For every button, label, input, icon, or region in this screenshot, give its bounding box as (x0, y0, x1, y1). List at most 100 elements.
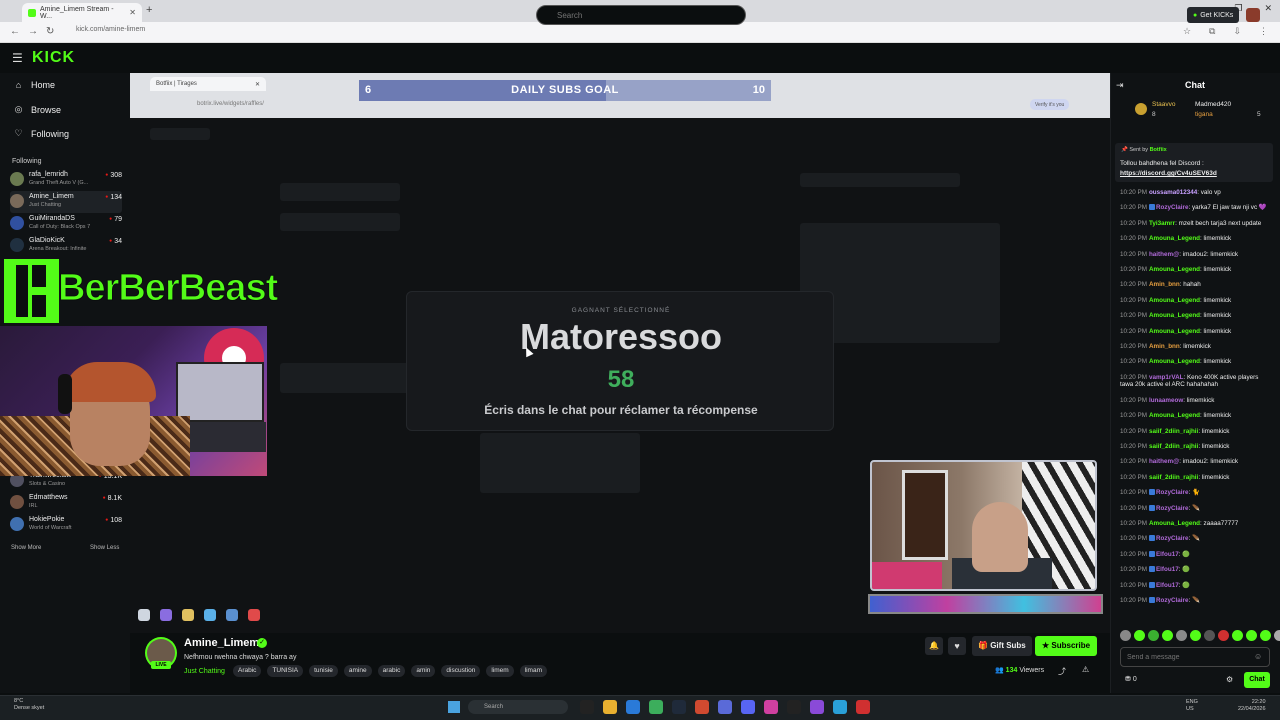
browser-tab[interactable]: Amine_Limem Stream - W... ✕ (22, 3, 142, 22)
chat-username[interactable]: saiif_2diin_rajhii (1149, 428, 1198, 435)
chat-username[interactable]: Amouna_Legend (1149, 266, 1200, 273)
user-avatar[interactable] (1246, 8, 1260, 22)
streamer-name[interactable]: Amine_Limem (184, 637, 259, 649)
folder-icon[interactable] (603, 700, 617, 714)
chat-username[interactable]: lunaameow (1149, 397, 1183, 404)
emote-icon[interactable] (1246, 630, 1257, 641)
app-icon[interactable] (580, 700, 594, 714)
close-tab-icon[interactable]: ✕ (129, 8, 136, 17)
chat-username[interactable]: haithem@ (1149, 458, 1179, 465)
stream-tag[interactable]: Arabic (233, 665, 262, 677)
show-more-link[interactable]: Show More (11, 545, 41, 551)
emote-icon[interactable] (1274, 630, 1280, 641)
new-tab-button[interactable]: + (146, 4, 152, 16)
stream-tag[interactable]: amin (411, 665, 436, 677)
channel-points[interactable]: ⛃ 0 (1125, 675, 1137, 683)
nav-following[interactable]: ♡ Following (14, 128, 69, 139)
taskbar-search[interactable]: Search (468, 700, 568, 714)
subscribe-button[interactable]: ★ Subscribe (1035, 636, 1098, 656)
following-channel[interactable]: Edmatthews IRL 8.1K (10, 492, 122, 514)
chat-username[interactable]: oussama012344 (1149, 189, 1197, 196)
back-icon[interactable]: ← (10, 26, 20, 37)
nav-browse[interactable]: ◎ Browse (14, 104, 61, 115)
stream-tag[interactable]: discustion (441, 665, 481, 677)
chat-username[interactable]: RozyClaire (1156, 204, 1189, 211)
chat-username[interactable]: Elfou17 (1156, 566, 1179, 573)
forward-icon[interactable]: → (28, 26, 38, 37)
discord-icon[interactable] (741, 700, 755, 714)
emoji-picker-icon[interactable]: ☺ (1254, 652, 1262, 661)
chat-input[interactable] (1120, 647, 1270, 667)
chat-username[interactable]: Elfou17 (1156, 582, 1179, 589)
following-channel[interactable]: rafa_lemridh Grand Theft Auto V (G... 308 (10, 169, 122, 191)
app-icon[interactable] (695, 700, 709, 714)
gift-subs-button[interactable]: 🎁 Gift Subs (972, 636, 1032, 656)
stream-tag[interactable]: TUNISIA (267, 665, 304, 677)
emote-icon[interactable] (1134, 630, 1145, 641)
chat-username[interactable]: Amouna_Legend (1149, 358, 1200, 365)
chat-username[interactable]: Amouna_Legend (1149, 328, 1200, 335)
reload-icon[interactable]: ↻ (46, 26, 54, 37)
app-icon[interactable] (810, 700, 824, 714)
chat-username[interactable]: RozyClaire (1156, 597, 1189, 604)
chat-username[interactable]: haithem@ (1149, 251, 1179, 258)
stream-tag[interactable]: tunisie (309, 665, 338, 677)
emote-icon[interactable] (1204, 630, 1215, 641)
following-channel[interactable]: GuiMirandaDS Call of Duty: Black Ops 7 79 (10, 213, 122, 235)
weather-widget[interactable]: 8°C Dense skyet (14, 698, 44, 712)
send-chat-button[interactable]: Chat (1244, 672, 1270, 688)
stream-tag[interactable]: limam (519, 665, 548, 677)
chat-username[interactable]: saiif_2diin_rajhii (1149, 474, 1198, 481)
app-icon[interactable] (856, 700, 870, 714)
chat-username[interactable]: Amouna_Legend (1149, 235, 1200, 242)
stream-tag[interactable]: arabic (377, 665, 406, 677)
emote-icon[interactable] (1176, 630, 1187, 641)
chat-username[interactable]: Tyi3amrr (1149, 220, 1175, 227)
chat-username[interactable]: saiif_2diin_rajhii (1149, 443, 1198, 450)
extensions-icon[interactable]: ⧉ (1209, 26, 1215, 37)
following-channel[interactable]: GlaDioKicK Arena Breakout: Infinite 34 (10, 235, 122, 257)
notification-bell-icon[interactable]: 🔔 (925, 637, 943, 655)
chat-username[interactable]: Amouna_Legend (1149, 412, 1200, 419)
search-input[interactable] (536, 5, 746, 25)
emote-icon[interactable] (1190, 630, 1201, 641)
steam-icon[interactable] (672, 700, 686, 714)
get-kicks-button[interactable]: ● Get KICKs (1187, 7, 1240, 23)
bookmark-star-icon[interactable]: ☆ (1183, 26, 1191, 37)
nav-home[interactable]: ⌂ Home (14, 80, 55, 90)
chat-username[interactable]: RozyClaire (1156, 489, 1189, 496)
emote-icon[interactable] (1218, 630, 1229, 641)
share-icon[interactable]: ⤴ (1058, 666, 1066, 677)
chat-username[interactable]: Amin_bnn (1149, 281, 1180, 288)
chat-username[interactable]: Elfou17 (1156, 551, 1179, 558)
app-icon[interactable] (718, 700, 732, 714)
hamburger-menu-icon[interactable]: ☰ (12, 51, 23, 65)
app-icon[interactable] (833, 700, 847, 714)
chat-username[interactable]: RozyClaire (1156, 535, 1189, 542)
language-indicator[interactable]: ENG US (1186, 699, 1198, 713)
emote-icon[interactable] (1232, 630, 1243, 641)
follow-heart-icon[interactable]: ♥ (948, 637, 966, 655)
emote-icon[interactable] (1260, 630, 1271, 641)
kick-logo[interactable]: KICK (32, 49, 75, 67)
url-field[interactable]: kick.com/amine-limem (76, 26, 145, 33)
chat-username[interactable]: RozyClaire (1156, 505, 1189, 512)
menu-icon[interactable]: ⋮ (1259, 26, 1268, 37)
chat-username[interactable]: Amouna_Legend (1149, 520, 1200, 527)
downloads-icon[interactable]: ⇩ (1233, 26, 1241, 37)
chrome-icon[interactable] (649, 700, 663, 714)
tiktok-icon[interactable] (787, 700, 801, 714)
stream-tag[interactable]: amine (343, 665, 372, 677)
emote-icon[interactable] (1148, 630, 1159, 641)
chat-settings-gear-icon[interactable]: ⚙ (1226, 675, 1233, 684)
chat-username[interactable]: Amouna_Legend (1149, 312, 1200, 319)
edge-icon[interactable] (626, 700, 640, 714)
chat-username[interactable]: Amouna_Legend (1149, 297, 1200, 304)
chat-username[interactable]: vamp1rVAL (1149, 374, 1184, 381)
following-channel[interactable]: Amine_Limem Just Chatting 134 (10, 191, 122, 213)
close-window-icon[interactable]: ✕ (1264, 3, 1272, 14)
show-less-link[interactable]: Show Less (90, 545, 119, 551)
emote-icon[interactable] (1162, 630, 1173, 641)
pinned-link[interactable]: https://discord.gg/Cv4uSEV63d (1120, 170, 1217, 177)
emote-icon[interactable] (1120, 630, 1131, 641)
